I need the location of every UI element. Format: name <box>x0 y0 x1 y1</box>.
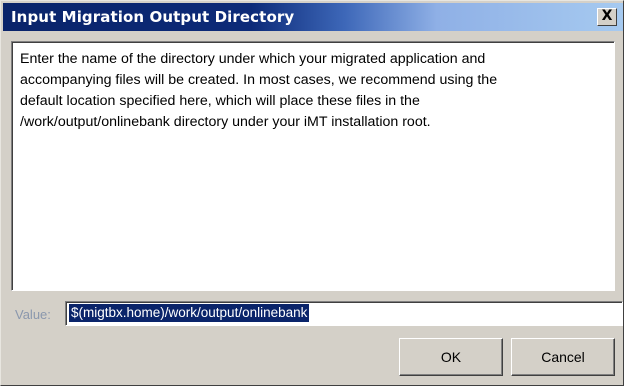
message-line-3: default location specified here, which w… <box>20 93 420 109</box>
migration-output-dialog: Input Migration Output Directory X Enter… <box>0 0 624 386</box>
value-label: Value: <box>15 307 51 322</box>
message-line-2: accompanying files will be created. In m… <box>20 72 498 88</box>
value-input[interactable]: $(migtbx.home)/work/output/onlinebank <box>65 301 623 326</box>
cancel-button[interactable]: Cancel <box>511 338 615 376</box>
dialog-title: Input Migration Output Directory <box>11 8 295 26</box>
message-line-1: Enter the name of the directory under wh… <box>20 51 486 67</box>
close-button[interactable]: X <box>597 8 617 26</box>
message-text-area: Enter the name of the directory under wh… <box>11 41 615 291</box>
ok-button[interactable]: OK <box>399 338 503 376</box>
value-input-text: $(migtbx.home)/work/output/onlinebank <box>69 304 310 322</box>
close-icon: X <box>601 8 613 24</box>
title-bar[interactable]: Input Migration Output Directory X <box>3 3 623 31</box>
message-line-4: /work/output/onlinebank directory under … <box>20 114 431 130</box>
